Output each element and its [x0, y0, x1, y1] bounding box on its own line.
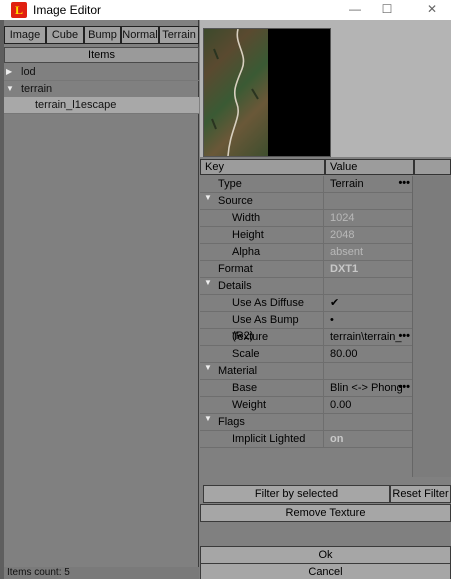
property-key: Width — [200, 210, 324, 227]
property-group-flags[interactable]: ▼ Flags — [200, 414, 412, 431]
property-row-alpha: Alpha absent — [200, 244, 412, 261]
items-panel: Image Cube Bump Normal Terrain Items ▶ l… — [0, 20, 199, 579]
reset-filter-button[interactable]: Reset Filter — [390, 485, 451, 503]
ok-button[interactable]: Ok — [200, 546, 451, 564]
property-grid: Key Value Type Terrain ••• ▼ Source Widt… — [200, 159, 451, 477]
close-button[interactable]: ✕ — [417, 0, 447, 20]
app-logo-icon: L — [11, 2, 27, 18]
property-value[interactable]: on — [325, 431, 412, 448]
tab-bump[interactable]: Bump — [84, 26, 121, 44]
property-key: Texture — [200, 329, 324, 346]
collapse-arrow-icon[interactable]: ▼ — [6, 81, 14, 97]
property-key: Base — [200, 380, 324, 397]
items-header: Items — [4, 47, 199, 63]
property-row-use-as-bump[interactable]: Use As Bump (R2) • — [200, 312, 412, 342]
property-row-texture[interactable]: Texture terrain\terrain_ ••• — [200, 329, 412, 346]
property-key: Height — [200, 227, 324, 244]
value-column-header[interactable]: Value — [325, 159, 414, 175]
property-value: 1024 — [330, 212, 355, 224]
property-value: absent — [330, 246, 364, 258]
property-value[interactable]: DXT1 — [325, 261, 412, 278]
property-value: 2048 — [330, 229, 355, 241]
tab-cube[interactable]: Cube — [46, 26, 84, 44]
property-group-details[interactable]: ▼ Details — [200, 278, 412, 295]
property-row-weight[interactable]: Weight 0.00 — [200, 397, 412, 414]
maximize-button[interactable]: ☐ — [372, 0, 402, 20]
title-bar: L Image Editor — ☐ ✕ — [0, 0, 451, 20]
property-key: Alpha — [200, 244, 324, 261]
properties-panel: Key Value Type Terrain ••• ▼ Source Widt… — [200, 20, 451, 579]
property-key: Use As Diffuse — [200, 295, 324, 312]
property-row-use-as-diffuse[interactable]: Use As Diffuse ✔ — [200, 295, 412, 312]
tree-item-label: terrain_l1escape — [35, 99, 117, 111]
property-key: Weight — [200, 397, 324, 414]
key-column-header[interactable]: Key — [200, 159, 325, 175]
remove-texture-button[interactable]: Remove Texture — [200, 504, 451, 522]
tree-item-label: lod — [21, 66, 36, 78]
property-key: Format — [200, 261, 324, 278]
tree-item-terrain[interactable]: ▼ terrain — [4, 81, 199, 98]
extra-column-header — [414, 159, 451, 175]
expand-arrow-icon[interactable]: ▶ — [6, 64, 12, 80]
tab-terrain[interactable]: Terrain — [159, 26, 199, 44]
tab-normal[interactable]: Normal — [121, 26, 159, 44]
property-row-type[interactable]: Type Terrain ••• — [200, 176, 412, 193]
tree-item-terrain-l1escape[interactable]: terrain_l1escape — [4, 97, 199, 114]
tab-bar: Image Cube Bump Normal Terrain — [4, 26, 199, 44]
texture-preview-image — [203, 28, 331, 157]
property-row-width: Width 1024 — [200, 210, 412, 227]
ellipsis-button[interactable]: ••• — [398, 176, 410, 190]
filter-by-selected-button[interactable]: Filter by selected — [203, 485, 390, 503]
tab-image[interactable]: Image — [4, 26, 46, 44]
property-key: Use As Bump (R2) — [200, 312, 324, 342]
property-group-material[interactable]: ▼ Material — [200, 363, 412, 380]
grid-empty-column — [412, 176, 451, 477]
property-value[interactable]: 80.00 — [325, 346, 412, 363]
checkmark-icon[interactable]: ✔ — [325, 295, 412, 312]
image-preview-area — [200, 20, 451, 157]
group-label: Details — [200, 278, 324, 295]
window-title: Image Editor — [33, 3, 102, 17]
tree-item-label: terrain — [21, 83, 53, 95]
property-key: Implicit Lighted — [200, 431, 324, 448]
ellipsis-button[interactable]: ••• — [398, 329, 410, 343]
property-key: Scale — [200, 346, 324, 363]
tree-item-lod[interactable]: ▶ lod — [4, 64, 199, 81]
property-group-source[interactable]: ▼ Source — [200, 193, 412, 210]
group-label: Source — [200, 193, 324, 210]
property-value[interactable]: 0.00 — [325, 397, 412, 414]
property-row-height: Height 2048 — [200, 227, 412, 244]
minimize-button[interactable]: — — [340, 0, 370, 20]
terrain-road-graphic — [211, 29, 259, 156]
group-label: Material — [200, 363, 324, 380]
property-key: Type — [200, 176, 324, 193]
property-row-scale[interactable]: Scale 80.00 — [200, 346, 412, 363]
property-row-format[interactable]: Format DXT1 — [200, 261, 412, 278]
property-row-implicit-lighted[interactable]: Implicit Lighted on — [200, 431, 412, 448]
ellipsis-button[interactable]: ••• — [398, 380, 410, 394]
property-row-base[interactable]: Base Blin <-> Phong ••• — [200, 380, 412, 397]
group-label: Flags — [200, 414, 324, 431]
cancel-button[interactable]: Cancel — [200, 563, 451, 579]
radio-dot-icon[interactable]: • — [325, 312, 412, 329]
status-bar: Items count: 5 — [4, 567, 199, 579]
